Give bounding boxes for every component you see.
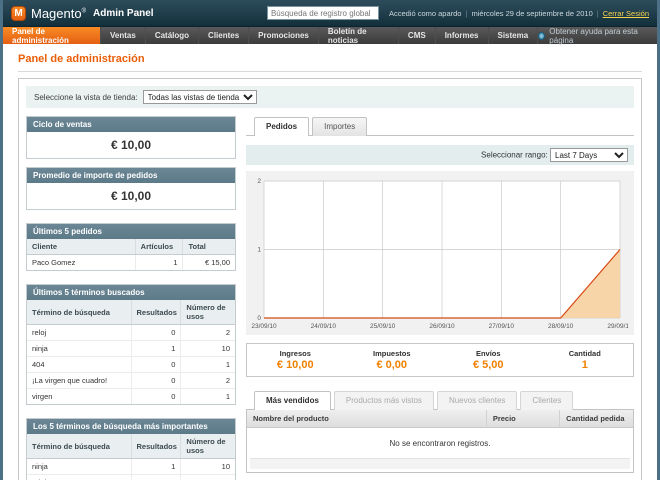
range-label: Seleccionar rango: <box>481 151 548 160</box>
table-row: ninja110 <box>27 341 235 357</box>
widget-title: Ciclo de ventas <box>27 117 235 132</box>
nav-item-reports[interactable]: Informes <box>436 27 489 44</box>
bestsellers-grid: Nombre del producto Precio Cantidad pedi… <box>246 410 634 473</box>
svg-text:27/09/10: 27/09/10 <box>489 323 515 330</box>
last-orders-table: Cliente Artículos Total Paco Gomez1€ 15,… <box>27 239 235 270</box>
stat-shipping: Envíos € 5,00 <box>440 349 537 371</box>
nav-item-promotions[interactable]: Promociones <box>249 27 319 44</box>
top-search-terms-table: Término de búsqueda Resultados Número de… <box>27 434 235 480</box>
page-title: Panel de administración <box>18 53 642 65</box>
tab-orders[interactable]: Pedidos <box>254 117 309 136</box>
nav-item-cms[interactable]: CMS <box>399 27 436 44</box>
widget-title: Últimos 5 términos buscados <box>27 285 235 300</box>
empty-records-message: No se encontraron registros. <box>247 428 633 459</box>
average-orders-value: € 10,00 <box>27 183 235 209</box>
dashboard-container: Seleccione la vista de tienda: Todas las… <box>18 78 642 480</box>
svg-text:25/09/10: 25/09/10 <box>370 323 396 330</box>
tab-bestsellers[interactable]: Más vendidos <box>254 391 331 410</box>
store-switcher: Seleccione la vista de tienda: Todas las… <box>26 86 634 108</box>
table-row: Paco Gomez1€ 15,00 <box>27 255 235 271</box>
header-user-info: Accedió como apardo | miércoles 29 de se… <box>389 9 649 18</box>
magento-logo: M Magento® Admin Panel <box>11 6 154 21</box>
logo-subtitle: Admin Panel <box>93 8 154 19</box>
svg-text:29/09/10: 29/09/10 <box>607 323 628 330</box>
nav-item-sales[interactable]: Ventas <box>101 27 146 44</box>
range-select[interactable]: Last 7 Days <box>550 148 628 162</box>
last-search-terms-widget: Últimos 5 términos buscados Término de b… <box>26 284 236 405</box>
table-row: ¡La virgen que cuadro!02 <box>27 373 235 389</box>
admin-window: M Magento® Admin Panel Accedió como apar… <box>3 0 657 480</box>
last-search-terms-table: Término de búsqueda Resultados Número de… <box>27 300 235 404</box>
top-header: M Magento® Admin Panel Accedió como apar… <box>3 0 657 27</box>
last-orders-widget: Últimos 5 pedidos Cliente Artículos Tota… <box>26 223 236 271</box>
get-help-link[interactable]: Obtener ayuda para esta página <box>538 27 657 44</box>
dashboard-left-column: Ciclo de ventas € 10,00 Promedio de impo… <box>26 116 236 480</box>
widget-title: Los 5 términos de búsqueda más important… <box>27 419 235 434</box>
svg-text:1: 1 <box>257 247 261 254</box>
dashboard-main-column: Pedidos Importes Seleccionar rango: Last… <box>246 116 634 480</box>
svg-text:24/09/10: 24/09/10 <box>311 323 337 330</box>
logo-text: Magento® <box>31 6 86 21</box>
logout-link[interactable]: Cerrar Sesión <box>603 9 649 18</box>
tab-most-viewed: Productos más vistos <box>334 391 434 410</box>
nav-item-newsletter[interactable]: Boletín de noticias <box>319 27 399 44</box>
bestsellers-table: Nombre del producto Precio Cantidad pedi… <box>247 410 633 458</box>
table-row: virgen01 <box>27 389 235 405</box>
store-switcher-select[interactable]: Todas las vistas de tienda <box>143 90 257 104</box>
nav-item-customers[interactable]: Clientes <box>199 27 249 44</box>
global-search <box>267 6 379 20</box>
nav-item-catalog[interactable]: Catálogo <box>146 27 199 44</box>
totals-bar: Ingresos € 10,00 Impuestos € 0,00 Envíos… <box>246 343 634 377</box>
table-row: 40401 <box>27 357 235 373</box>
title-divider <box>18 71 642 72</box>
orders-chart-area: 23/09/10 24/09/10 25/09/10 26/09/10 27/09/10… <box>246 171 634 335</box>
main-navigation: Panel de administración Ventas Catálogo … <box>3 27 657 44</box>
svg-text:2: 2 <box>257 178 261 185</box>
chart-tabs: Pedidos Importes <box>246 116 634 136</box>
tab-new-customers: Nuevos clientes <box>437 391 517 410</box>
orders-chart: 23/09/10 24/09/10 25/09/10 26/09/10 27/09/10… <box>248 173 628 331</box>
table-row: reloj02 <box>27 325 235 341</box>
nav-item-dashboard[interactable]: Panel de administración <box>3 27 101 44</box>
tab-customers: Clientes <box>520 391 573 410</box>
svg-text:0: 0 <box>257 315 261 322</box>
help-icon <box>538 32 545 40</box>
logged-in-as: Accedió como apardo <box>389 9 462 18</box>
svg-text:28/09/10: 28/09/10 <box>548 323 574 330</box>
top-search-terms-widget: Los 5 términos de búsqueda más important… <box>26 418 236 480</box>
widget-title: Promedio de importe de pedidos <box>27 168 235 183</box>
store-switcher-label: Seleccione la vista de tienda: <box>34 93 138 102</box>
table-row: reloj02 <box>27 475 235 480</box>
widget-title: Últimos 5 pedidos <box>27 224 235 239</box>
global-search-input[interactable] <box>267 6 379 20</box>
grid-footer-strip <box>250 458 630 469</box>
lifetime-sales-value: € 10,00 <box>27 132 235 158</box>
range-selector-bar: Seleccionar rango: Last 7 Days <box>246 145 634 165</box>
average-orders-widget: Promedio de importe de pedidos € 10,00 <box>26 167 236 210</box>
svg-text:26/09/10: 26/09/10 <box>429 323 455 330</box>
nav-item-system[interactable]: Sistema <box>489 27 539 44</box>
stat-quantity: Cantidad 1 <box>537 349 634 371</box>
stat-revenue: Ingresos € 10,00 <box>247 349 344 371</box>
grids-tabs: Más vendidos Productos más vistos Nuevos… <box>246 390 634 410</box>
table-row: ninja110 <box>27 459 235 475</box>
svg-text:23/09/10: 23/09/10 <box>251 323 277 330</box>
current-date: miércoles 29 de septiembre de 2010 <box>471 9 592 18</box>
lifetime-sales-widget: Ciclo de ventas € 10,00 <box>26 116 236 159</box>
tab-amounts[interactable]: Importes <box>312 117 367 136</box>
magento-logo-icon: M <box>11 6 26 21</box>
stat-tax: Impuestos € 0,00 <box>344 349 441 371</box>
